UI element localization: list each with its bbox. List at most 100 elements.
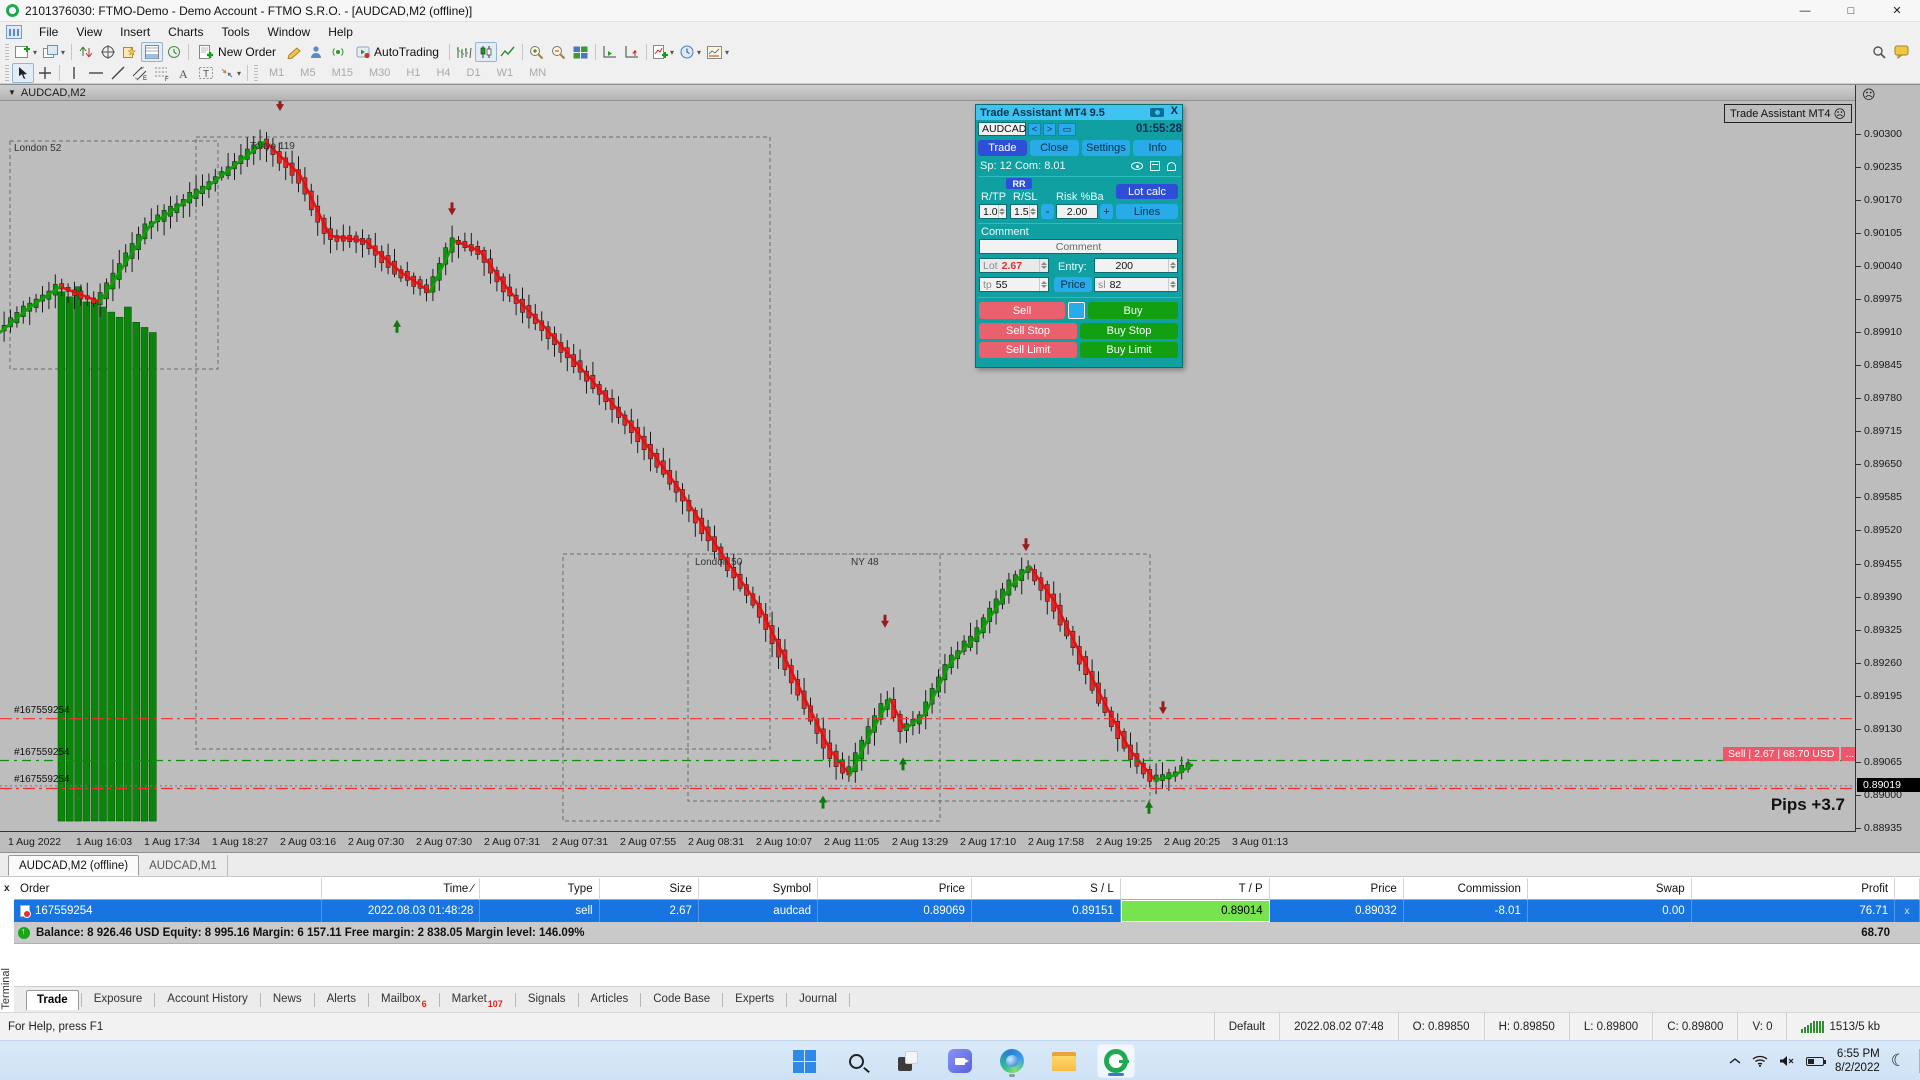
new-order-button[interactable]: New Order xyxy=(192,42,283,62)
rsl-input[interactable]: 1.5 xyxy=(1010,204,1038,219)
teams-chat-button[interactable] xyxy=(941,1044,979,1078)
ta-tab-info[interactable]: Info xyxy=(1133,140,1182,156)
new-chart-button[interactable]: ▾ xyxy=(12,42,40,62)
terminal-tab-news[interactable]: News xyxy=(263,990,312,1010)
auto-scroll-button[interactable] xyxy=(599,42,621,62)
lot-input[interactable]: Lot2.67 xyxy=(979,258,1049,273)
order-cell-close[interactable]: x xyxy=(1895,900,1920,922)
menu-item-view[interactable]: View xyxy=(67,23,111,41)
terminal-tab-journal[interactable]: Journal xyxy=(789,990,847,1010)
terminal-tab-code-base[interactable]: Code Base xyxy=(643,990,720,1010)
column-header-tp[interactable]: T / P xyxy=(1121,878,1270,900)
terminal-tab-signals[interactable]: Signals xyxy=(518,990,576,1010)
trade-assistant-panel[interactable]: Trade Assistant MT4 9.5 X AUDCAD < > ▭ 0… xyxy=(975,104,1183,368)
candlestick-chart-button[interactable] xyxy=(475,42,497,62)
folder-icon[interactable]: ▭ xyxy=(1058,123,1076,136)
file-explorer-button[interactable] xyxy=(1045,1044,1083,1078)
column-header-symbol[interactable]: Symbol xyxy=(699,878,818,900)
navigator-button[interactable] xyxy=(119,42,141,62)
maximize-button[interactable]: □ xyxy=(1828,0,1874,22)
templates-button[interactable]: ▾ xyxy=(704,42,732,62)
column-header-price[interactable]: Price xyxy=(818,878,972,900)
menu-item-help[interactable]: Help xyxy=(319,23,362,41)
chat-icon[interactable] xyxy=(1890,42,1912,62)
terminal-toggle-button[interactable] xyxy=(141,42,163,62)
chart-plot-area[interactable]: London 52 Tokyo 119 London 50 NY 48 #167… xyxy=(0,101,1855,831)
zoom-in-button[interactable] xyxy=(526,42,548,62)
wifi-icon[interactable] xyxy=(1752,1055,1768,1067)
indicators-button[interactable]: ▾ xyxy=(650,42,677,62)
column-header-commission[interactable]: Commission xyxy=(1404,878,1528,900)
menu-item-charts[interactable]: Charts xyxy=(159,23,212,41)
collapse-triangle-icon[interactable]: ▼ xyxy=(8,88,16,97)
panel-close-icon[interactable]: X xyxy=(1171,105,1178,117)
menu-item-window[interactable]: Window xyxy=(259,23,320,41)
terminal-tab-trade[interactable]: Trade xyxy=(26,990,79,1010)
menu-item-insert[interactable]: Insert xyxy=(111,23,159,41)
tp-input[interactable]: tp55 xyxy=(979,277,1049,292)
column-header-time[interactable]: Time ∕ xyxy=(322,878,481,900)
risk-minus-button[interactable]: - xyxy=(1041,204,1054,219)
market-watch-button[interactable] xyxy=(75,42,97,62)
risk-input[interactable]: 2.00 xyxy=(1056,204,1098,219)
terminal-tab-mailbox[interactable]: Mailbox6 xyxy=(371,990,437,1010)
lines-button[interactable]: Lines xyxy=(1116,204,1178,219)
trade-assistant-header[interactable]: Trade Assistant MT4 9.5 X xyxy=(976,105,1182,120)
edge-browser-button[interactable] xyxy=(993,1044,1031,1078)
autotrading-button[interactable]: AutoTrading xyxy=(349,42,446,62)
signals-button[interactable] xyxy=(327,42,349,62)
timeframe-d1[interactable]: D1 xyxy=(459,64,489,82)
timeframe-mn[interactable]: MN xyxy=(521,64,554,82)
menu-item-tools[interactable]: Tools xyxy=(213,23,259,41)
timeframe-m5[interactable]: M5 xyxy=(292,64,323,82)
timeframe-h1[interactable]: H1 xyxy=(398,64,428,82)
column-header-swap[interactable]: Swap xyxy=(1528,878,1692,900)
ta-tab-trade[interactable]: Trade xyxy=(978,140,1027,156)
cursor-tool-button[interactable] xyxy=(12,63,34,83)
next-symbol-button[interactable]: > xyxy=(1043,123,1056,136)
ta-tab-close[interactable]: Close xyxy=(1030,140,1079,156)
column-header-sl[interactable]: S / L xyxy=(972,878,1121,900)
column-header-profit[interactable]: Profit xyxy=(1692,878,1895,900)
calendar-icon[interactable] xyxy=(1150,161,1160,171)
vertical-line-tool[interactable] xyxy=(63,63,85,83)
comment-input[interactable]: Comment xyxy=(979,239,1178,254)
timeframe-m15[interactable]: M15 xyxy=(324,64,361,82)
moon-focus-icon[interactable]: ☾ xyxy=(1891,1051,1906,1071)
entry-input[interactable]: 200 xyxy=(1094,258,1178,273)
terminal-tab-exposure[interactable]: Exposure xyxy=(84,990,153,1010)
strategy-tester-button[interactable] xyxy=(163,42,185,62)
chart-symbol-strip[interactable]: ▼ AUDCAD,M2 xyxy=(0,85,1855,101)
bar-chart-button[interactable] xyxy=(453,42,475,62)
terminal-close-icon[interactable]: x xyxy=(4,883,10,894)
terminal-tab-alerts[interactable]: Alerts xyxy=(317,990,366,1010)
data-window-button[interactable] xyxy=(97,42,119,62)
volume-muted-icon[interactable] xyxy=(1779,1055,1795,1067)
chart-shift-button[interactable] xyxy=(621,42,643,62)
terminal-tab-market[interactable]: Market107 xyxy=(442,990,513,1010)
timeframe-h4[interactable]: H4 xyxy=(428,64,458,82)
swap-sides-checkbox[interactable] xyxy=(1068,302,1085,319)
tile-windows-button[interactable] xyxy=(570,42,592,62)
fibonacci-tool[interactable]: F xyxy=(151,63,173,83)
eye-icon[interactable] xyxy=(1131,162,1143,170)
terminal-tab-articles[interactable]: Articles xyxy=(581,990,639,1010)
prev-symbol-button[interactable]: < xyxy=(1028,123,1041,136)
price-button[interactable]: Price xyxy=(1054,277,1092,292)
rtp-input[interactable]: 1.0 xyxy=(979,204,1007,219)
trendline-tool[interactable] xyxy=(107,63,129,83)
minimize-button[interactable]: — xyxy=(1782,0,1828,22)
column-header-size[interactable]: Size xyxy=(600,878,699,900)
close-button[interactable]: ✕ xyxy=(1874,0,1920,22)
timeframe-w1[interactable]: W1 xyxy=(489,64,522,82)
taskbar-search-button[interactable] xyxy=(837,1044,875,1078)
equidistant-channel-tool[interactable]: E xyxy=(129,63,151,83)
order-row[interactable]: 1675592542022.08.03 01:48:28sell2.67audc… xyxy=(14,900,1920,922)
profiles-button[interactable]: ▾ xyxy=(40,42,68,62)
symbol-field[interactable]: AUDCAD xyxy=(978,122,1026,136)
search-icon[interactable] xyxy=(1868,42,1890,62)
buy-button[interactable]: Buy xyxy=(1088,302,1178,319)
start-button[interactable] xyxy=(785,1044,823,1078)
chart-tab-m1[interactable]: AUDCAD,M1 xyxy=(139,855,228,876)
position-tag-more[interactable]: ... xyxy=(1841,747,1855,761)
